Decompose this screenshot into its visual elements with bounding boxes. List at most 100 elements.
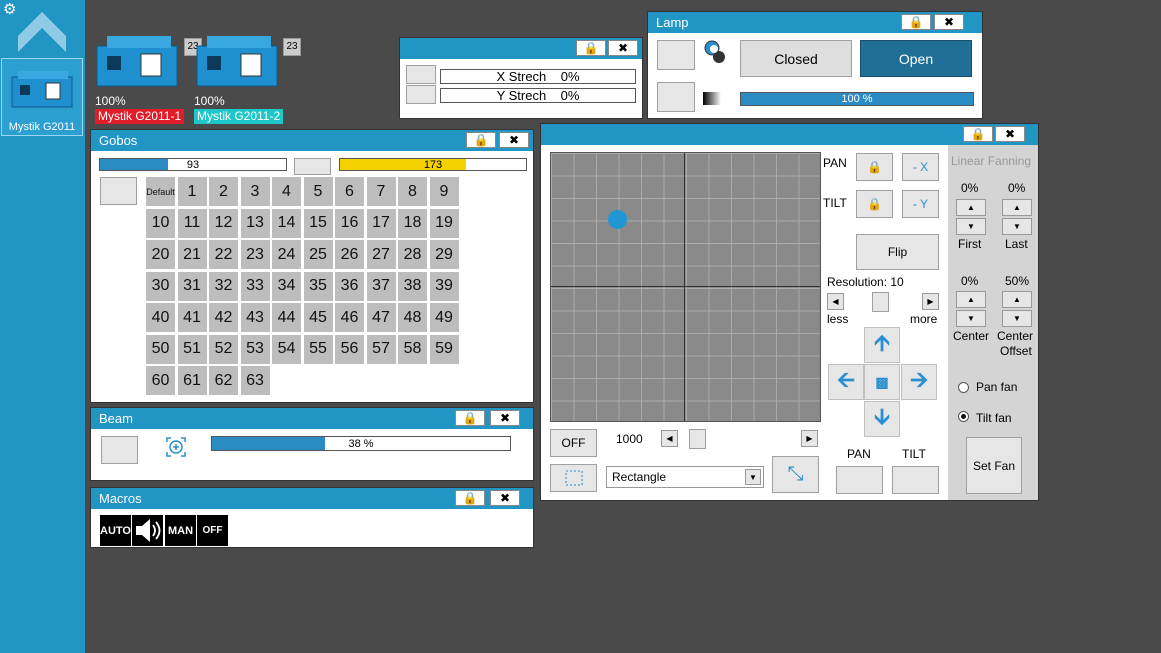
gobo-button[interactable]: 1 <box>177 177 207 206</box>
gobo-button[interactable]: 18 <box>398 208 427 238</box>
chevron-up-icon[interactable] <box>16 10 68 54</box>
gobo-button[interactable]: 27 <box>366 240 396 269</box>
lock-icon[interactable]: 🔒 <box>455 490 485 506</box>
gobo-button[interactable]: 36 <box>335 271 364 301</box>
y-stretch-button[interactable] <box>406 85 436 104</box>
gobo-button[interactable]: 45 <box>303 303 333 332</box>
gobo-button[interactable]: 51 <box>177 334 207 364</box>
device-tile[interactable]: Mystik G2011 <box>1 58 83 136</box>
gobo-button[interactable]: 60 <box>146 366 175 395</box>
gobo-button[interactable]: 50 <box>146 334 175 364</box>
chevron-down-icon[interactable]: ▼ <box>745 469 761 485</box>
gobo-button[interactable]: 42 <box>209 303 238 332</box>
gobo-button[interactable]: 21 <box>177 240 207 269</box>
select-shape-button[interactable] <box>550 464 597 492</box>
gobo-button[interactable]: 9 <box>429 177 459 206</box>
position-cursor[interactable] <box>608 210 627 229</box>
macro-auto-button[interactable]: AUTO <box>100 515 131 546</box>
beam-toggle-button[interactable] <box>101 436 138 464</box>
center-up-button[interactable]: ▲ <box>956 291 986 308</box>
x-stretch-bar[interactable]: X Strech 0% <box>440 69 636 84</box>
gobo-button[interactable]: 55 <box>303 334 333 364</box>
gobo-button[interactable]: 44 <box>272 303 301 332</box>
close-icon[interactable]: ✖ <box>934 14 964 30</box>
close-icon[interactable]: ✖ <box>490 410 520 426</box>
gobo-button[interactable]: 14 <box>272 208 301 238</box>
gobo-button[interactable]: 32 <box>209 271 238 301</box>
gobo-default-button[interactable]: Default <box>146 177 175 206</box>
x-stretch-button[interactable] <box>406 65 436 84</box>
off-button[interactable]: OFF <box>550 429 597 457</box>
gobo-button[interactable]: 37 <box>366 271 396 301</box>
gobo-button[interactable]: 33 <box>240 271 270 301</box>
gobo-button[interactable]: 63 <box>240 366 270 395</box>
pantilt-grid[interactable] <box>550 152 821 422</box>
gobo-button[interactable]: 34 <box>272 271 301 301</box>
first-up-button[interactable]: ▲ <box>956 199 986 216</box>
arrow-down-icon[interactable]: 🡫 <box>864 401 900 437</box>
color-picker-icon[interactable] <box>704 40 728 64</box>
lamp-open-button[interactable]: Open <box>860 40 972 77</box>
gobo-button[interactable]: 58 <box>398 334 427 364</box>
gobo-button[interactable]: 5 <box>303 177 333 206</box>
gobo-button[interactable]: 40 <box>146 303 175 332</box>
gobo-button[interactable]: 28 <box>398 240 427 269</box>
gobo-button[interactable]: 10 <box>146 208 175 238</box>
gobo-button[interactable]: 49 <box>429 303 459 332</box>
gobo-button[interactable]: 31 <box>177 271 207 301</box>
gobo-button[interactable]: 56 <box>335 334 364 364</box>
gobo-button[interactable]: 8 <box>398 177 427 206</box>
tilt-lock-button[interactable]: 🔒 <box>856 190 893 218</box>
gobo-button[interactable]: 19 <box>429 208 459 238</box>
macro-off-button[interactable]: OFF <box>197 515 228 546</box>
gobo-button[interactable]: 39 <box>429 271 459 301</box>
gobo-button[interactable]: 4 <box>272 177 301 206</box>
arrow-left-icon[interactable]: 🡨 <box>828 364 864 400</box>
gobo-button[interactable]: 3 <box>240 177 270 206</box>
gobo-button[interactable]: 52 <box>209 334 238 364</box>
gobo-button[interactable]: 25 <box>303 240 333 269</box>
minus-x-button[interactable]: - X <box>902 153 939 181</box>
gobo-button[interactable]: 13 <box>240 208 270 238</box>
center-icon[interactable]: ▩ <box>864 364 900 400</box>
pan-fan-radio[interactable] <box>958 382 969 393</box>
first-down-button[interactable]: ▼ <box>956 218 986 235</box>
close-icon[interactable]: ✖ <box>499 132 529 148</box>
shape-select[interactable]: Rectangle ▼ <box>606 466 764 488</box>
gobo-button[interactable]: 15 <box>303 208 333 238</box>
gobo-button[interactable]: 46 <box>335 303 364 332</box>
lock-icon[interactable]: 🔒 <box>455 410 485 426</box>
close-icon[interactable]: ✖ <box>608 40 638 56</box>
last-up-button[interactable]: ▲ <box>1002 199 1032 216</box>
beam-zoom-bar[interactable]: 38 % <box>211 436 511 451</box>
close-icon[interactable]: ✖ <box>490 490 520 506</box>
pan-value-button[interactable] <box>836 466 883 494</box>
tilt-value-button[interactable] <box>892 466 939 494</box>
macro-man-button[interactable]: MAN <box>165 515 196 546</box>
gobo-button[interactable]: 38 <box>398 271 427 301</box>
gobo-button[interactable]: 43 <box>240 303 270 332</box>
lock-icon[interactable]: 🔒 <box>576 40 606 56</box>
gobo-button[interactable]: 62 <box>209 366 238 395</box>
gobo-button[interactable]: 57 <box>366 334 396 364</box>
lamp-toggle-button[interactable] <box>657 40 695 70</box>
offset-down-button[interactable]: ▼ <box>1002 310 1032 327</box>
lamp-dimmer-bar[interactable]: 100 % <box>740 92 974 106</box>
pan-lock-button[interactable]: 🔒 <box>856 153 893 181</box>
gobo-button[interactable]: 24 <box>272 240 301 269</box>
gobo-button[interactable]: 16 <box>335 208 364 238</box>
gobo-button[interactable]: 29 <box>429 240 459 269</box>
gobo-button[interactable]: 48 <box>398 303 427 332</box>
gobo-button[interactable]: 35 <box>303 271 333 301</box>
resolution-less-button[interactable]: ◀ <box>827 293 844 310</box>
speed-slider-thumb[interactable] <box>689 429 706 449</box>
lock-icon[interactable]: 🔒 <box>466 132 496 148</box>
gobo-mode-button[interactable] <box>100 177 137 205</box>
gobo-button[interactable]: 41 <box>177 303 207 332</box>
resolution-slider-thumb[interactable] <box>872 292 889 312</box>
lock-icon[interactable]: 🔒 <box>963 126 993 142</box>
fixture-1[interactable]: 23 100% Mystik G2011-1 <box>93 28 202 124</box>
gobo-button[interactable]: 30 <box>146 271 175 301</box>
gobo-button[interactable]: 54 <box>272 334 301 364</box>
arrow-up-icon[interactable]: 🡩 <box>864 327 900 363</box>
